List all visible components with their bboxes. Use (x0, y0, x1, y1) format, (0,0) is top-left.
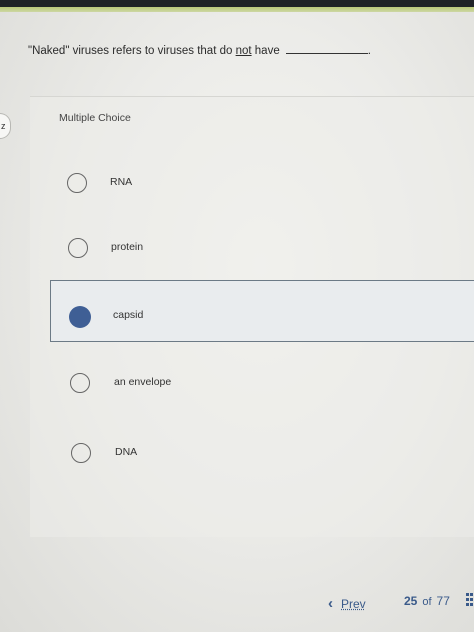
current-page-number: 25 (404, 594, 418, 608)
option-label-dna: DNA (115, 446, 138, 458)
side-tab-label: z (1, 121, 6, 131)
chevron-left-icon: ‹ (328, 595, 333, 612)
question-emphasis: not (235, 45, 252, 57)
question-text-after: have (251, 45, 280, 57)
option-label-protein: protein (111, 241, 144, 253)
prev-button[interactable]: ‹ Prev (328, 595, 366, 612)
radio-button-an-envelope[interactable] (70, 373, 90, 393)
option-an-envelope[interactable]: an envelope (50, 352, 474, 414)
question-type-label: Multiple Choice (59, 112, 131, 124)
answer-blank (285, 45, 368, 54)
question-end-punct: . (367, 45, 371, 57)
option-rna[interactable]: RNA (50, 152, 474, 214)
radio-button-dna[interactable] (71, 443, 91, 463)
radio-button-capsid-selected[interactable] (69, 306, 91, 328)
page-of-label: of (422, 596, 432, 608)
top-accent-strip (0, 7, 474, 12)
top-dark-bar (0, 0, 474, 7)
radio-button-protein[interactable] (68, 238, 88, 258)
prev-button-label: Prev (341, 597, 366, 611)
question-text-before: "Naked" viruses refers to viruses that d… (28, 45, 236, 57)
option-label-rna: RNA (110, 176, 133, 188)
option-protein[interactable]: protein (50, 217, 474, 279)
grid-icon[interactable] (466, 593, 474, 609)
radio-button-rna[interactable] (67, 173, 87, 193)
option-capsid[interactable]: capsid (50, 280, 474, 342)
total-pages: 77 (436, 594, 450, 608)
option-label-capsid: capsid (113, 309, 144, 321)
option-label-an-envelope: an envelope (114, 376, 172, 388)
footer-navigation: ‹ Prev 25 of 77 (0, 585, 474, 625)
question-prompt: "Naked" viruses refers to viruses that d… (28, 45, 371, 57)
option-dna[interactable]: DNA (50, 422, 474, 484)
page-indicator: 25 of 77 (404, 594, 450, 608)
